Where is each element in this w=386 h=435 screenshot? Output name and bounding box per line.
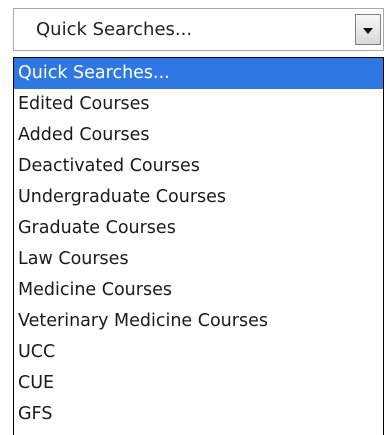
option-law-courses[interactable]: Law Courses [14,244,383,275]
option-edited-courses[interactable]: Edited Courses [14,89,383,120]
chevron-down-icon [363,28,373,34]
option-added-courses[interactable]: Added Courses [14,120,383,151]
quick-searches-select[interactable]: Quick Searches... [13,8,384,51]
option-cue[interactable]: CUE [14,368,383,399]
option-deactivated-courses[interactable]: Deactivated Courses [14,151,383,182]
option-medicine-courses[interactable]: Medicine Courses [14,275,383,306]
option-undergraduate-courses[interactable]: Undergraduate Courses [14,182,383,213]
dropdown-arrow-button[interactable] [355,14,381,45]
quick-searches-dropdown: Quick Searches... Quick Searches... Edit… [0,0,386,435]
select-current-value: Quick Searches... [36,19,193,40]
dropdown-options-list: Quick Searches... Edited Courses Added C… [13,57,384,435]
option-quick-searches[interactable]: Quick Searches... [14,58,383,89]
option-gfs[interactable]: GFS [14,399,383,430]
option-veterinary-medicine-courses[interactable]: Veterinary Medicine Courses [14,306,383,337]
option-graduate-courses[interactable]: Graduate Courses [14,213,383,244]
option-ucc[interactable]: UCC [14,337,383,368]
